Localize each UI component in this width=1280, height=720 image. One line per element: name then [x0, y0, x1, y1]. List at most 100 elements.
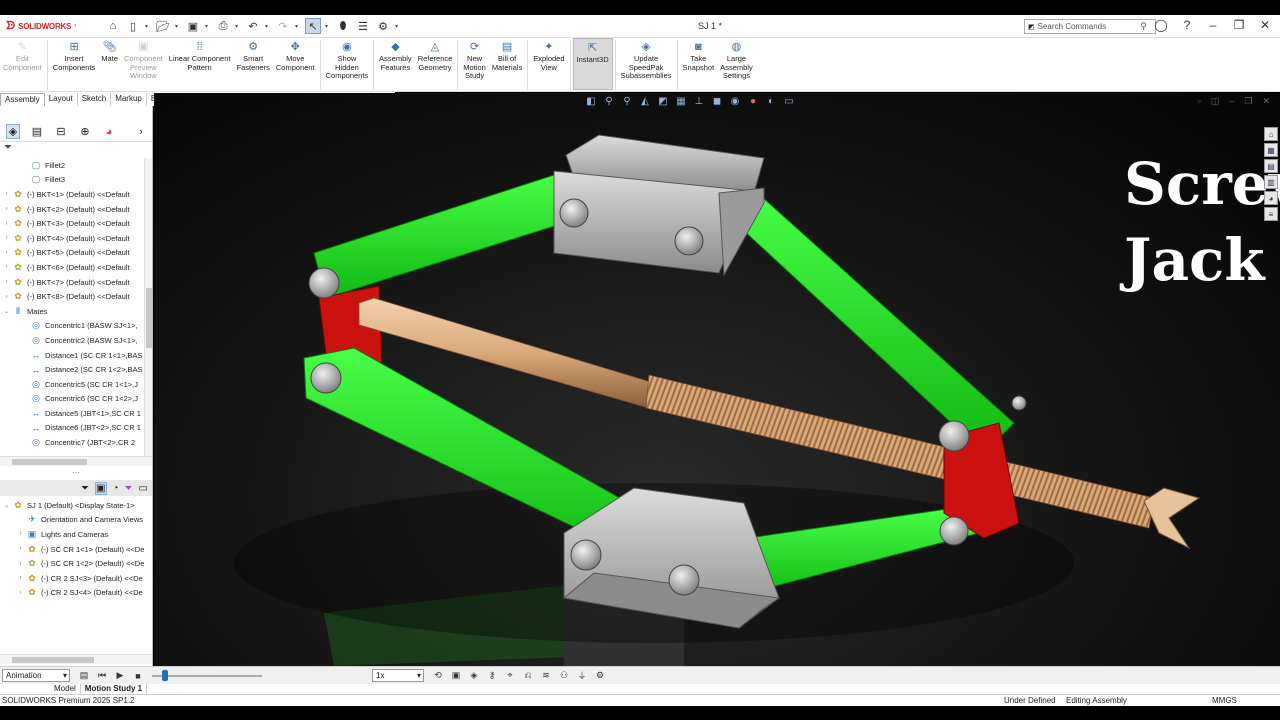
expand-icon[interactable]: ⌄ — [2, 502, 11, 509]
hide-show-icon[interactable]: ◉ — [728, 96, 742, 107]
smart-fasteners-button[interactable]: ⚙ Smart Fasteners — [234, 38, 273, 72]
new-caret-icon[interactable]: ▾ — [145, 23, 151, 30]
display-style-icon[interactable]: ◼ — [710, 96, 724, 107]
add-key-icon[interactable]: ⌖ — [504, 670, 516, 681]
save-caret-icon[interactable]: ▾ — [205, 23, 211, 30]
expand-icon[interactable]: › — [2, 279, 11, 285]
restore-icon[interactable]: ❐ — [1232, 18, 1246, 32]
tree-item[interactable]: › ✿ (-) BKT<1> (Default) <<Default — [0, 187, 143, 202]
graphics-area[interactable]: Screw Jack — [154, 93, 1280, 666]
expand-icon[interactable]: › — [16, 561, 25, 567]
large-assembly-button[interactable]: ◍ Large Assembly Settings — [717, 38, 756, 81]
open-folder-icon[interactable]: 📂︎ — [155, 18, 171, 34]
tree-item[interactable]: ↔ Distance1 (SC CR 1<1>,BAS — [0, 348, 143, 363]
search-commands-input[interactable]: ◩ Search Commands ⚲ — [1024, 19, 1156, 34]
user-account-icon[interactable]: ◯ — [1154, 18, 1168, 32]
show-hidden-button[interactable]: ◉ Show Hidden Components — [323, 38, 372, 81]
motion-study-button[interactable]: ⟳ New Motion Study — [460, 38, 489, 81]
expand-icon[interactable]: › — [16, 575, 25, 581]
tree-item[interactable]: ◎ Concentric1 (BASW SJ<1>, — [0, 319, 143, 334]
panel-expand-icon[interactable]: › — [134, 126, 148, 138]
bom-button[interactable]: ▤ Bill of Materials — [489, 38, 525, 72]
mate-button[interactable]: 📎︎ Mate — [98, 38, 121, 64]
tab-layout[interactable]: Layout — [45, 93, 78, 106]
home-icon[interactable]: ⌂ — [105, 18, 121, 34]
gravity-icon[interactable]: ⏚ — [576, 669, 588, 682]
tree-item[interactable]: ◎ Concentric2 (BASW SJ<1>, — [0, 333, 143, 348]
play-from-start-icon[interactable]: ⏮ — [96, 670, 108, 681]
animation-wizard-icon[interactable]: ◈ — [468, 670, 480, 681]
viewport-close-icon[interactable]: ✕ — [1262, 96, 1270, 107]
traffic-light-icon[interactable]: ⬮ — [335, 18, 351, 34]
play-icon[interactable]: ▶ — [114, 670, 126, 681]
study-tab-model[interactable]: Model — [50, 684, 81, 694]
tree-item[interactable]: › ✿ (-) CR 2 SJ<4> (Default) <<De — [0, 586, 152, 601]
solidworks-logo[interactable]: ᗦ SOLIDWORKS › — [0, 19, 95, 33]
viewport-split-icon[interactable]: ◫ — [1211, 96, 1220, 107]
tree-item[interactable]: ⌄ ⫴ Mates — [0, 304, 143, 319]
apply-scene-icon[interactable]: ◐ — [764, 96, 778, 107]
expand-icon[interactable]: › — [2, 264, 11, 270]
tree-item[interactable]: › ✿ (-) BKT<3> (Default) <<Default — [0, 216, 143, 231]
new-document-icon[interactable]: ▯ — [125, 18, 141, 34]
expand-icon[interactable]: › — [2, 206, 11, 212]
expand-icon[interactable]: › — [2, 221, 11, 227]
open-caret-icon[interactable]: ▾ — [175, 23, 181, 30]
expand-icon[interactable]: › — [2, 250, 11, 256]
scroll-thumb[interactable] — [12, 459, 87, 465]
dynamic-annotation-icon[interactable]: ▦ — [674, 96, 688, 107]
view-orientation-icon[interactable]: ◧ — [584, 96, 598, 107]
previous-view-icon[interactable]: ◭ — [638, 96, 652, 107]
calculate-icon[interactable]: ▤ — [78, 670, 90, 681]
contact-icon[interactable]: ⚇ — [558, 670, 570, 681]
viewport-restore-icon[interactable]: ❐ — [1244, 96, 1252, 107]
panel-splitter[interactable]: ⋯ — [0, 468, 152, 478]
study-tab-motion-study-1[interactable]: Motion Study 1 — [81, 684, 148, 694]
expand-icon[interactable]: › — [16, 546, 25, 552]
tab-sketch[interactable]: Sketch — [78, 93, 112, 106]
viewport-minimize-icon[interactable]: – — [1229, 96, 1234, 107]
tree-item[interactable]: › ✿ (-) BKT<7> (Default) <<Default — [0, 275, 143, 290]
file-explorer-icon[interactable]: ▤ — [1264, 159, 1278, 173]
motion-tree-scrollbar[interactable] — [0, 654, 152, 664]
select-pointer-icon[interactable]: ↖ — [305, 18, 321, 34]
close-icon[interactable]: ✕ — [1258, 18, 1272, 32]
expand-icon[interactable]: › — [2, 191, 11, 197]
reference-geometry-button[interactable]: ◬ Reference Geometry — [415, 38, 456, 72]
viewport-tile-icon[interactable]: ▫ — [1198, 96, 1201, 107]
search-icon[interactable]: ⚲ — [1140, 21, 1147, 32]
study-type-select[interactable]: Animation — [2, 669, 70, 682]
tree-item[interactable]: › ✿ (-) BKT<8> (Default) <<Default — [0, 289, 143, 304]
expand-icon[interactable]: › — [16, 531, 25, 537]
tree-item[interactable]: ✈ Orientation and Camera Views — [0, 513, 152, 528]
tree-item[interactable]: › ✿ (-) BKT<4> (Default) <<Default — [0, 231, 143, 246]
results-icon[interactable]: ⚙ — [594, 670, 606, 681]
tree-item[interactable]: ▢ Fillet2 — [0, 158, 143, 173]
speedpak-button[interactable]: ◈ Update SpeedPak Subassemblies — [618, 38, 675, 81]
tree-item[interactable]: ◎ Concentric6 (SC CR 1<2>,J — [0, 392, 143, 407]
scroll-thumb[interactable] — [146, 288, 152, 348]
options-caret-icon[interactable]: ▾ — [395, 23, 401, 30]
save-animation-icon[interactable]: ▣ — [450, 670, 462, 681]
resources-icon[interactable]: ⌂ — [1264, 127, 1278, 141]
filter-icon[interactable]: ⏷ — [0, 142, 152, 156]
tree-item[interactable]: ↔ Distance5 (JBT<1>,SC CR 1 — [0, 406, 143, 421]
tab-markup[interactable]: Markup — [111, 93, 147, 106]
autokey-icon[interactable]: ⚷ — [486, 670, 498, 681]
edit-component-button[interactable]: ✎ Edit Component — [0, 38, 45, 72]
tree-item[interactable]: ⌄ ✿ SJ 1 (Default) <Display State-1> — [0, 498, 152, 513]
property-manager-tab-icon[interactable]: ▤ — [30, 125, 44, 138]
stop-icon[interactable]: ■ — [132, 671, 144, 681]
motor-icon[interactable]: ⎌ — [522, 670, 534, 681]
display-manager-tab-icon[interactable]: ◕ — [102, 126, 116, 138]
tree-item[interactable]: ◎ Concentric7 (JBT<2>,CR 2 — [0, 435, 143, 450]
insert-components-button[interactable]: ⊞ Insert Components — [50, 38, 99, 72]
options-gear-icon[interactable]: ⚙ — [375, 18, 391, 34]
zoom-area-icon[interactable]: ⚲ — [620, 96, 634, 107]
slider-knob[interactable] — [162, 670, 168, 681]
playback-speed-select[interactable]: 1x — [372, 669, 424, 682]
configuration-manager-tab-icon[interactable]: ⊟ — [54, 125, 68, 138]
view-display-icon[interactable]: ▭ — [782, 96, 796, 107]
linear-pattern-button[interactable]: ⁞⁞ Linear Component Pattern — [166, 38, 234, 72]
move-component-button[interactable]: ✥ Move Component — [273, 38, 318, 72]
